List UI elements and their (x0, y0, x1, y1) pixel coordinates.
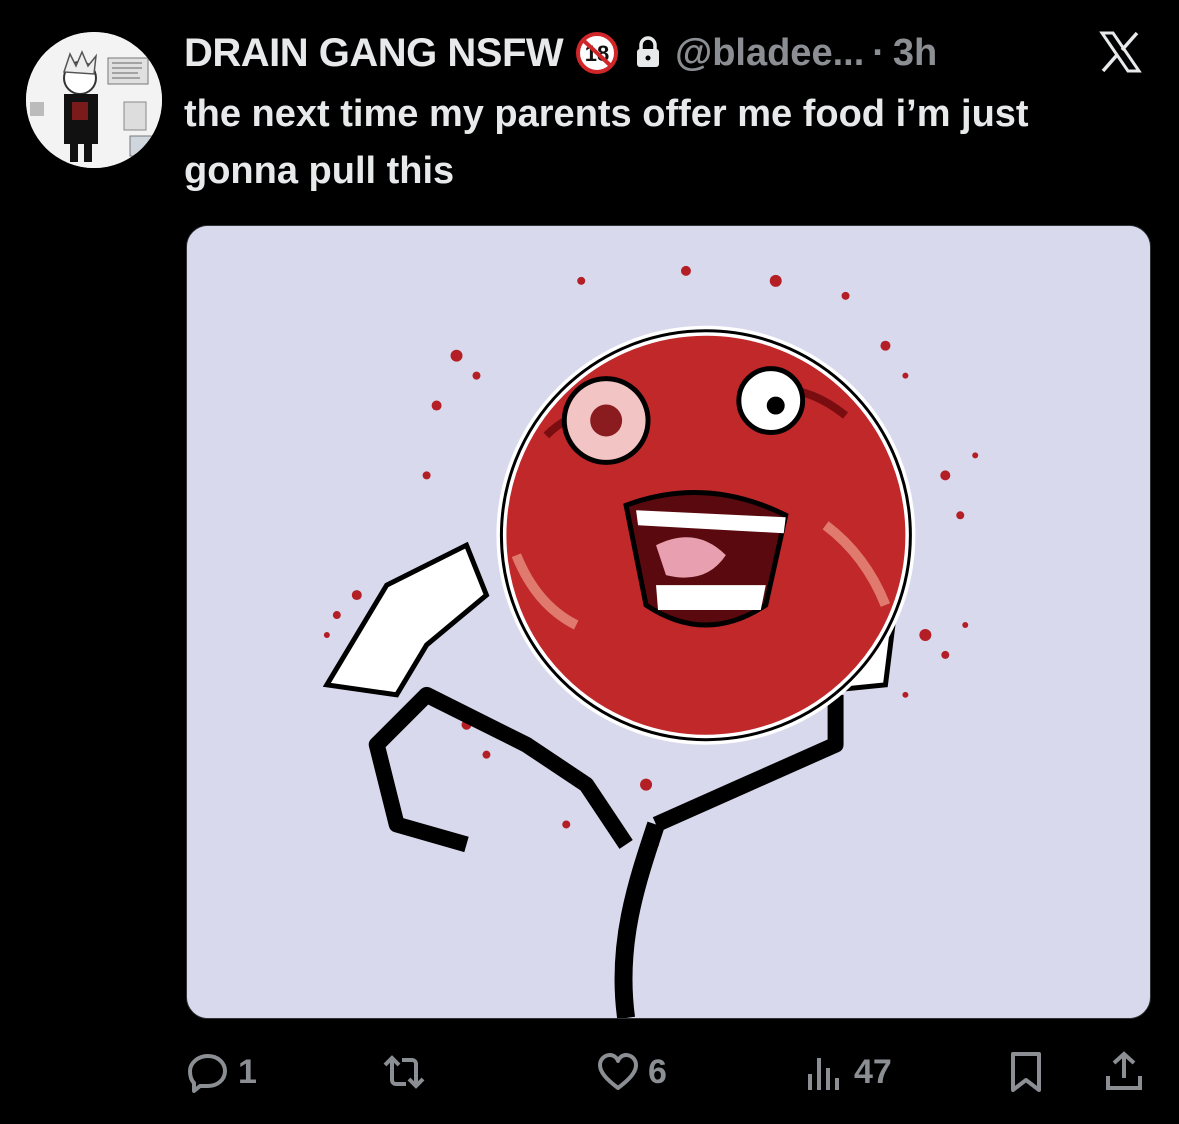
views-chart-icon (808, 1058, 839, 1090)
timestamp[interactable]: 3h (893, 32, 937, 75)
views-count: 47 (854, 1052, 892, 1091)
separator-dot: · (872, 31, 885, 74)
tweet-media[interactable] (186, 225, 1151, 1019)
share-icon (1106, 1051, 1142, 1090)
lock-icon (633, 35, 663, 71)
reply-button[interactable]: 1 (186, 1048, 257, 1096)
user-handle[interactable]: @bladee... (675, 32, 864, 75)
bookmark-icon (1011, 1052, 1041, 1092)
rage-face-meme-image (187, 226, 1150, 1018)
x-logo-icon[interactable] (1098, 30, 1142, 74)
avatar[interactable] (26, 32, 162, 168)
action-bar: 1 6 47 (186, 1040, 1146, 1104)
share-button[interactable] (1102, 1048, 1146, 1096)
like-count: 6 (648, 1052, 667, 1091)
views-button[interactable]: 47 (802, 1048, 892, 1096)
age-restricted-18-icon: 18 (575, 31, 619, 75)
reply-icon (188, 1054, 227, 1093)
retweet-icon (383, 1055, 425, 1089)
tweet-text: the next time my parents offer me food i… (184, 93, 1029, 192)
tweet-header: DRAIN GANG NSFW 18 @bladee... · 3h (184, 28, 1154, 78)
bookmark-button[interactable] (1004, 1048, 1048, 1096)
heart-icon (598, 1053, 638, 1090)
avatar-image (26, 32, 162, 168)
like-button[interactable]: 6 (596, 1048, 667, 1096)
display-name[interactable]: DRAIN GANG NSFW (184, 31, 564, 76)
retweet-button[interactable] (382, 1048, 434, 1096)
reply-count: 1 (238, 1052, 257, 1091)
